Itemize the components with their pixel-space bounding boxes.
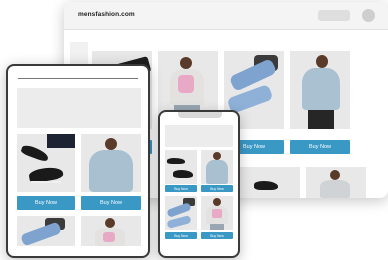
product-image[interactable] <box>81 216 141 246</box>
product-image[interactable] <box>165 150 197 184</box>
buy-now-button[interactable]: Buy Now <box>165 232 197 239</box>
tablet-mockup: Buy Now Buy Now <box>6 64 150 258</box>
header-search-placeholder[interactable] <box>318 10 350 21</box>
product-image[interactable] <box>240 167 300 198</box>
buy-now-button[interactable]: Buy Now <box>290 140 350 154</box>
buy-now-button[interactable]: Buy Now <box>201 185 233 192</box>
tablet-header-line <box>18 78 138 79</box>
product-image[interactable] <box>201 150 233 184</box>
site-brand[interactable]: mensfashion.com <box>78 11 135 18</box>
product-image[interactable] <box>17 216 75 246</box>
product-image[interactable] <box>165 196 197 230</box>
product-image[interactable] <box>306 167 366 198</box>
buy-now-button[interactable]: Buy Now <box>81 196 141 210</box>
product-image[interactable] <box>17 134 75 192</box>
product-image[interactable] <box>201 196 233 230</box>
tablet-banner <box>17 88 141 128</box>
phone-banner <box>165 125 233 147</box>
account-avatar[interactable] <box>362 9 375 22</box>
buy-now-button[interactable]: Buy Now <box>165 185 197 192</box>
buy-now-button[interactable]: Buy Now <box>201 232 233 239</box>
product-image[interactable] <box>81 134 141 192</box>
phone-mockup: Buy Now Buy Now Buy Now Buy Now <box>158 110 240 258</box>
phone-notch <box>178 112 222 118</box>
product-image[interactable] <box>290 51 350 129</box>
buy-now-button[interactable]: Buy Now <box>17 196 75 210</box>
